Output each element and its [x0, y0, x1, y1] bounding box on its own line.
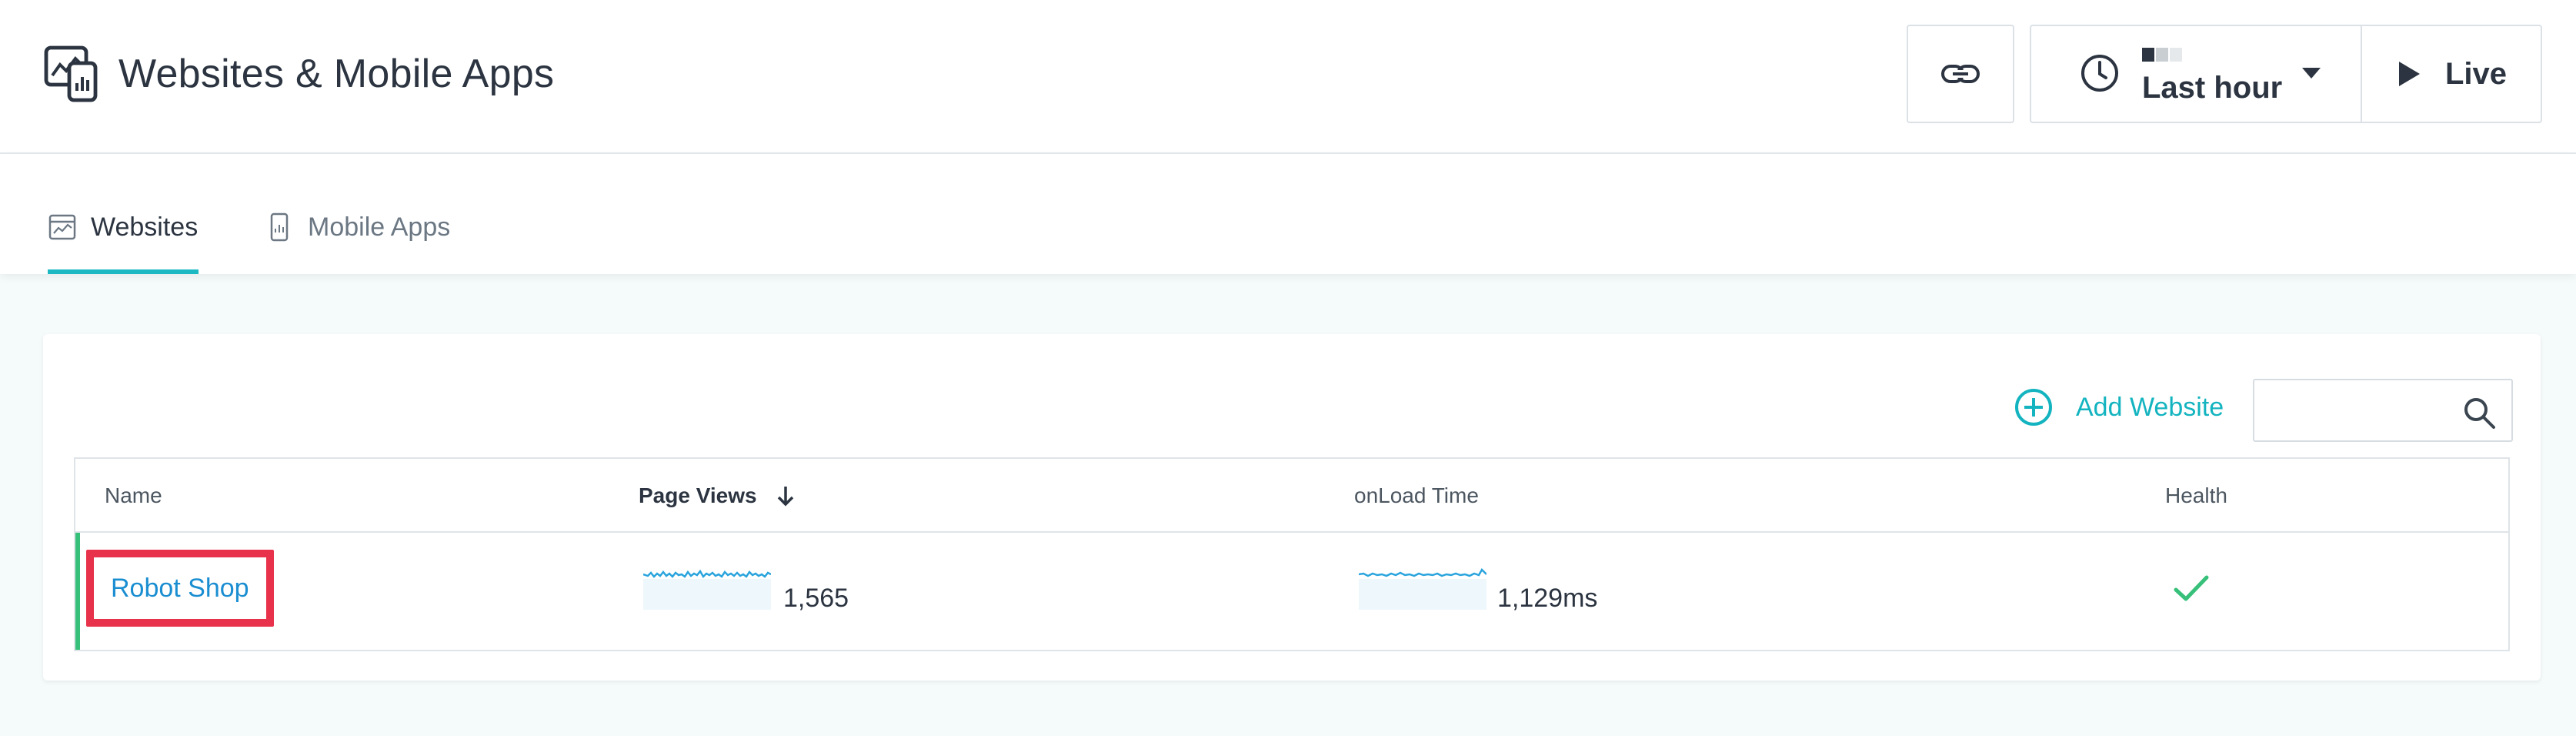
copy-link-button[interactable]	[1907, 25, 2014, 123]
page-views-value: 1,565	[783, 584, 849, 613]
live-label: Live	[2444, 56, 2508, 91]
checkmark-icon	[2174, 575, 2209, 601]
websites-apps-icon	[44, 45, 98, 102]
onload-time-sparkline	[1359, 567, 1487, 610]
websites-card: Add Website Name Page Views onLoad Time …	[43, 334, 2541, 681]
add-website-button[interactable]: Add Website	[2014, 388, 2224, 427]
websites-table: Name Page Views onLoad Time Health Robot…	[74, 457, 2510, 651]
table-row[interactable]: Robot Shop 1,565 1,129ms	[75, 533, 2508, 650]
time-range-picker[interactable]: Last hour	[2030, 25, 2362, 123]
time-range-indicator	[2142, 48, 2182, 62]
add-circle-icon	[2015, 389, 2052, 426]
tab-bar: Websites Mobile Apps	[0, 154, 2576, 274]
tab-websites-label: Websites	[91, 212, 199, 242]
highlight-box: Robot Shop	[86, 550, 274, 627]
page-views-sparkline	[643, 569, 771, 610]
website-name-link[interactable]: Robot Shop	[111, 574, 249, 604]
column-header-health[interactable]: Health	[2165, 483, 2227, 508]
tab-mobile-apps[interactable]: Mobile Apps	[265, 212, 450, 274]
website-icon	[48, 214, 76, 240]
mobile-app-icon	[270, 212, 289, 242]
clock-icon	[2081, 55, 2118, 92]
live-button[interactable]: Live	[2361, 25, 2542, 123]
table-header: Name Page Views onLoad Time Health	[75, 459, 2508, 533]
column-header-page-views[interactable]: Page Views	[639, 483, 796, 508]
sort-descending-icon	[777, 487, 793, 507]
link-icon	[1941, 65, 1980, 83]
add-website-label: Add Website	[2076, 392, 2224, 422]
column-header-onload-time[interactable]: onLoad Time	[1354, 483, 1479, 508]
onload-time-value: 1,129ms	[1497, 584, 1598, 613]
tab-websites[interactable]: Websites	[48, 212, 199, 274]
tab-mobile-apps-label: Mobile Apps	[308, 212, 451, 242]
column-header-page-views-label: Page Views	[639, 483, 757, 507]
search-icon	[2464, 398, 2495, 429]
page-header: Websites & Mobile Apps Last hour Live	[0, 0, 2576, 154]
column-header-name[interactable]: Name	[105, 483, 162, 508]
play-icon	[2398, 62, 2420, 86]
chevron-down-icon	[2302, 68, 2321, 79]
time-range-label: Last hour	[2142, 71, 2283, 105]
page-title: Websites & Mobile Apps	[118, 52, 555, 96]
search-input[interactable]	[2253, 379, 2513, 442]
